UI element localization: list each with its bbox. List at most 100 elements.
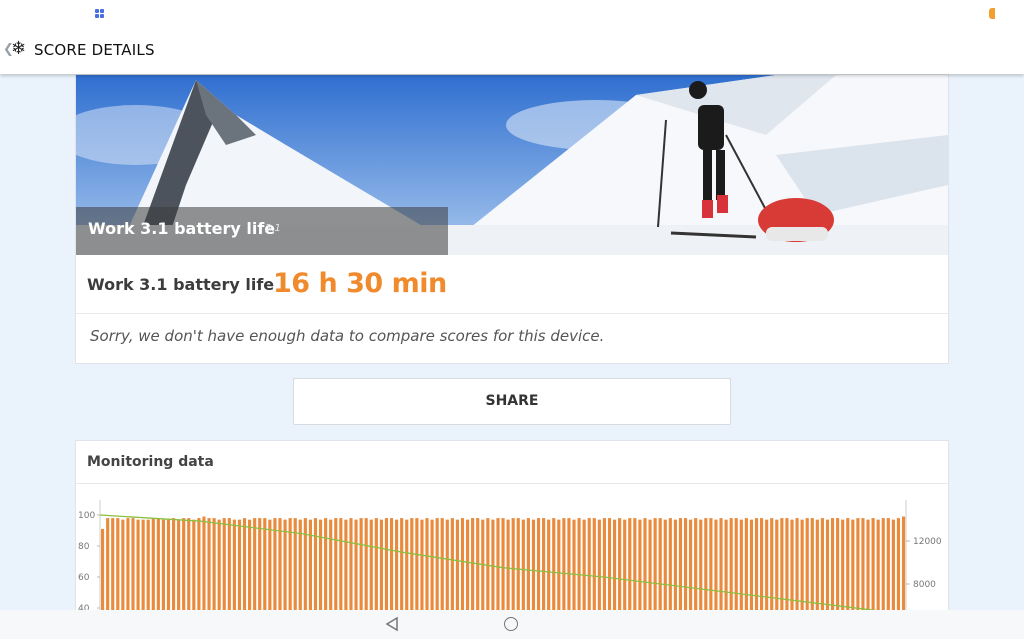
bar xyxy=(379,519,383,610)
nav-home-icon[interactable] xyxy=(504,617,518,631)
share-button[interactable]: SHARE xyxy=(293,378,731,425)
bar xyxy=(734,518,738,610)
bar xyxy=(222,518,226,610)
bar xyxy=(395,519,399,610)
bar xyxy=(521,519,525,610)
bar xyxy=(628,518,632,610)
bar xyxy=(825,519,830,610)
bar xyxy=(187,518,191,610)
bar xyxy=(101,528,105,610)
hero-title: Work 3.1 battery life xyxy=(88,219,276,238)
bar xyxy=(587,518,591,610)
bar xyxy=(562,518,566,610)
bar xyxy=(846,518,850,610)
bar xyxy=(364,518,368,610)
bar xyxy=(597,519,601,610)
bar xyxy=(699,519,703,610)
bar xyxy=(263,518,267,610)
bar xyxy=(359,518,363,610)
bar xyxy=(602,518,607,610)
monitoring-header: Monitoring data xyxy=(76,441,948,484)
bar xyxy=(232,519,236,610)
left-tick-label: 60 xyxy=(78,573,90,583)
bar xyxy=(856,518,860,610)
bar xyxy=(830,518,835,610)
bar xyxy=(719,518,723,610)
bar xyxy=(841,519,845,610)
bar xyxy=(901,516,906,610)
bar xyxy=(785,518,789,610)
right-tick-label: 12000 xyxy=(913,537,942,547)
page-title: SCORE DETAILS xyxy=(34,41,155,59)
bar xyxy=(435,518,439,610)
bar xyxy=(192,519,196,610)
bar xyxy=(694,518,698,610)
bar xyxy=(182,518,186,610)
bar xyxy=(248,519,252,610)
bar xyxy=(405,519,409,610)
bar xyxy=(354,519,358,610)
bar xyxy=(567,518,571,610)
monitoring-title: Monitoring data xyxy=(87,454,214,470)
bar xyxy=(324,518,328,610)
bar xyxy=(876,519,880,610)
bar xyxy=(683,518,688,610)
bar xyxy=(557,519,561,610)
bar xyxy=(141,519,145,610)
bar xyxy=(227,518,231,610)
bar xyxy=(344,519,348,610)
bar xyxy=(739,519,743,610)
status-bar xyxy=(0,0,1024,28)
bar xyxy=(526,518,530,610)
bar xyxy=(663,519,667,610)
bar xyxy=(749,519,754,610)
bar xyxy=(501,518,505,610)
bar xyxy=(496,518,500,610)
bar xyxy=(607,518,612,610)
bar xyxy=(374,518,378,610)
bar xyxy=(861,518,865,610)
bar xyxy=(881,518,885,610)
system-nav-bar xyxy=(0,610,1024,639)
bar xyxy=(425,518,429,610)
bar xyxy=(293,518,297,610)
bar xyxy=(866,519,870,610)
bar xyxy=(471,518,475,610)
bar xyxy=(116,518,120,610)
bar xyxy=(308,519,312,610)
bar xyxy=(273,518,277,610)
monitoring-chart: 100 80 60 40 12000 8000 xyxy=(76,485,948,610)
bar xyxy=(800,519,804,610)
bar xyxy=(536,518,541,610)
bar xyxy=(678,518,683,610)
score-value: 16 h 30 min xyxy=(273,268,447,299)
bar xyxy=(815,519,819,610)
bar xyxy=(156,518,160,610)
bar xyxy=(542,518,546,610)
bar xyxy=(278,518,282,610)
bar xyxy=(689,519,693,610)
bar xyxy=(775,519,779,610)
bar xyxy=(111,518,115,610)
bar xyxy=(790,519,794,610)
bar xyxy=(891,519,895,610)
bar xyxy=(258,518,262,610)
bar xyxy=(121,519,125,610)
hero-version: 3.1 xyxy=(265,223,281,234)
bar xyxy=(384,518,389,610)
bar xyxy=(197,518,201,610)
bar xyxy=(820,518,824,610)
bar xyxy=(334,518,338,610)
bar xyxy=(303,518,307,610)
score-label: Work 3.1 battery life xyxy=(87,275,275,294)
bar xyxy=(871,518,875,610)
bar xyxy=(724,519,728,610)
bar xyxy=(648,519,652,610)
nav-back-icon[interactable] xyxy=(385,616,399,632)
bar xyxy=(709,518,713,610)
bar xyxy=(810,518,814,610)
bar xyxy=(516,518,520,610)
bar xyxy=(511,518,515,610)
bar xyxy=(171,518,176,610)
left-tick-label: 100 xyxy=(78,511,95,521)
